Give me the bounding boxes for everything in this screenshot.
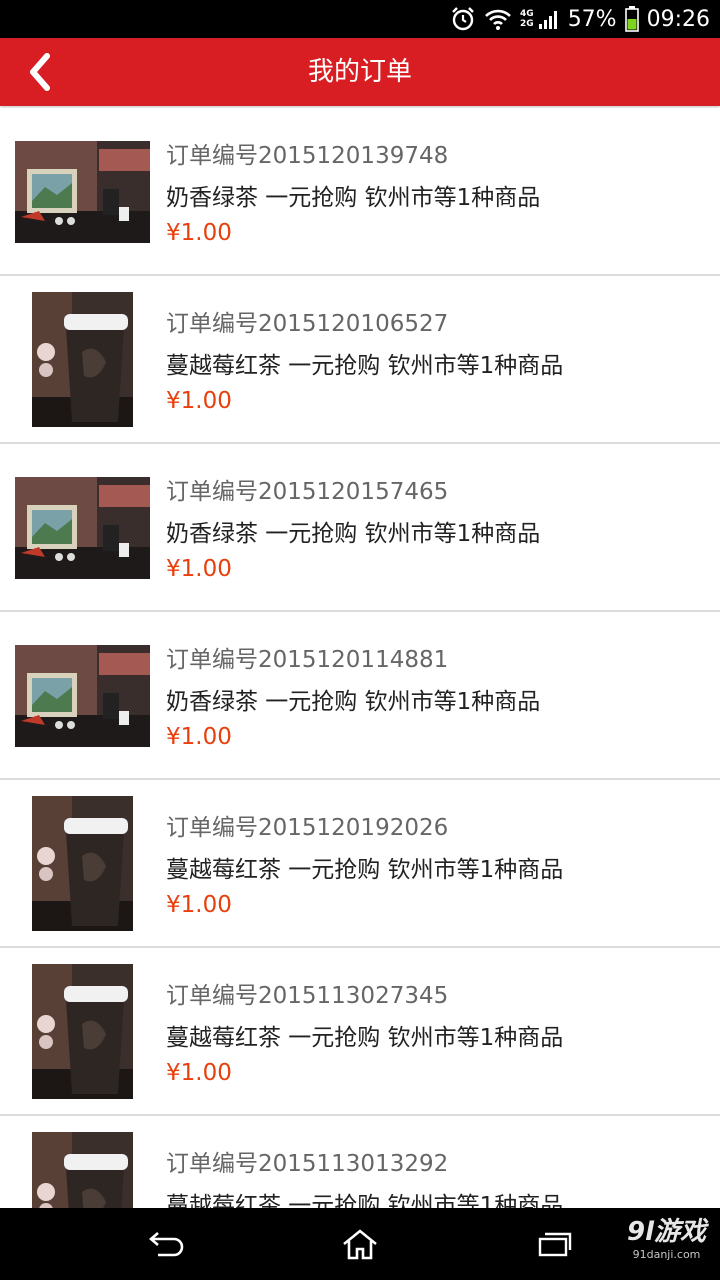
alarm-icon xyxy=(450,6,476,32)
product-thumbnail xyxy=(32,796,133,931)
order-item[interactable]: 订单编号2015113013292 蔓越莓红茶 一元抢购 钦州市等1种商品 xyxy=(0,1116,720,1208)
product-name: 蔓越莓红茶 一元抢购 钦州市等1种商品 xyxy=(166,1193,564,1208)
order-price: ¥1.00 xyxy=(166,556,232,582)
product-thumbnail xyxy=(32,964,133,1099)
order-price: ¥1.00 xyxy=(166,1060,232,1086)
back-icon xyxy=(149,1232,184,1257)
network-top-label: 4G xyxy=(520,9,534,19)
back-button[interactable] xyxy=(14,46,66,98)
order-list[interactable]: 订单编号2015120139748 奶香绿茶 一元抢购 钦州市等1种商品 ¥1.… xyxy=(0,108,720,1208)
order-number: 订单编号2015120114881 xyxy=(166,647,449,673)
app-header: 我的订单 xyxy=(0,38,720,106)
order-price: ¥1.00 xyxy=(166,724,232,750)
product-thumbnail xyxy=(32,1132,133,1208)
product-name: 奶香绿茶 一元抢购 钦州市等1种商品 xyxy=(166,689,541,715)
order-item[interactable]: 订单编号2015113027345 蔓越莓红茶 一元抢购 钦州市等1种商品 ¥1… xyxy=(0,948,720,1116)
product-name: 蔓越莓红茶 一元抢购 钦州市等1种商品 xyxy=(166,1025,564,1051)
nav-home-button[interactable] xyxy=(338,1224,382,1264)
recent-apps-icon xyxy=(538,1232,572,1257)
network-type-label: 4G 2G xyxy=(520,9,534,29)
product-name: 蔓越莓红茶 一元抢购 钦州市等1种商品 xyxy=(166,857,564,883)
order-item[interactable]: 订单编号2015120106527 蔓越莓红茶 一元抢购 钦州市等1种商品 ¥1… xyxy=(0,276,720,444)
order-item[interactable]: 订单编号2015120192026 蔓越莓红茶 一元抢购 钦州市等1种商品 ¥1… xyxy=(0,780,720,948)
order-number: 订单编号2015113013292 xyxy=(166,1151,449,1177)
product-name: 蔓越莓红茶 一元抢购 钦州市等1种商品 xyxy=(166,353,564,379)
watermark-logo: 9l游戏 91danji.com xyxy=(627,1216,706,1262)
order-item[interactable]: 订单编号2015120157465 奶香绿茶 一元抢购 钦州市等1种商品 ¥1.… xyxy=(0,444,720,612)
page-title: 我的订单 xyxy=(307,57,412,87)
order-number: 订单编号2015120106527 xyxy=(166,311,449,337)
order-price: ¥1.00 xyxy=(166,892,232,918)
product-thumbnail xyxy=(15,477,150,579)
order-number: 订单编号2015113027345 xyxy=(166,983,449,1009)
order-price: ¥1.00 xyxy=(166,388,232,414)
product-thumbnail xyxy=(32,292,133,427)
nav-back-button[interactable] xyxy=(144,1224,188,1264)
signal-icon xyxy=(538,8,560,30)
watermark-logo-text: 9l游戏 xyxy=(626,1217,706,1247)
home-icon xyxy=(343,1229,377,1260)
product-name: 奶香绿茶 一元抢购 钦州市等1种商品 xyxy=(166,185,541,211)
status-icons: 4G 2G 57% 09:26 xyxy=(450,0,710,38)
order-number: 订单编号2015120157465 xyxy=(166,479,449,505)
battery-percent: 57% xyxy=(567,6,617,32)
clock-time: 09:26 xyxy=(646,6,710,32)
product-thumbnail xyxy=(15,141,150,243)
battery-icon xyxy=(624,6,639,32)
wifi-icon xyxy=(484,7,512,31)
nav-recent-apps-button[interactable] xyxy=(532,1224,576,1264)
order-number: 订单编号2015120139748 xyxy=(166,143,449,169)
system-nav-bar: 9l游戏 91danji.com xyxy=(0,1208,720,1280)
order-number: 订单编号2015120192026 xyxy=(166,815,449,841)
product-name: 奶香绿茶 一元抢购 钦州市等1种商品 xyxy=(166,521,541,547)
network-bottom-label: 2G xyxy=(520,19,534,29)
chevron-left-icon xyxy=(30,53,50,91)
status-bar: 4G 2G 57% 09:26 xyxy=(0,0,720,38)
order-item[interactable]: 订单编号2015120139748 奶香绿茶 一元抢购 钦州市等1种商品 ¥1.… xyxy=(0,108,720,276)
order-price: ¥1.00 xyxy=(166,220,232,246)
watermark-url: 91danji.com xyxy=(632,1248,701,1261)
product-thumbnail xyxy=(15,645,150,747)
order-item[interactable]: 订单编号2015120114881 奶香绿茶 一元抢购 钦州市等1种商品 ¥1.… xyxy=(0,612,720,780)
